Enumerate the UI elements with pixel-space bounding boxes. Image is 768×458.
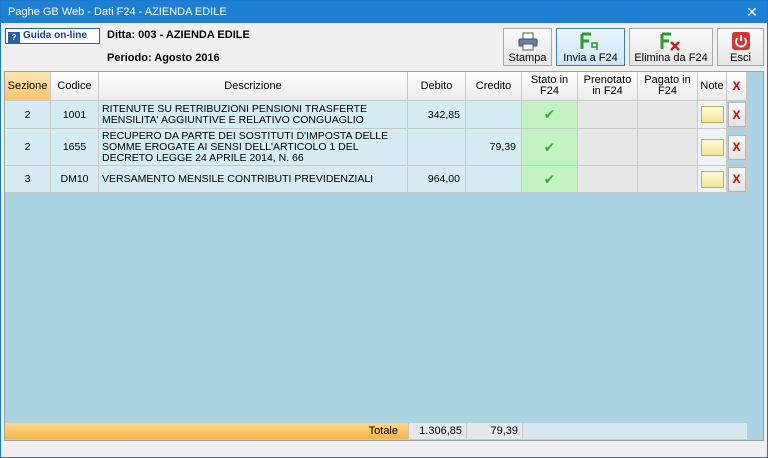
stampa-button[interactable]: Stampa bbox=[503, 28, 552, 66]
f24-grid: Sezione Codice Descrizione Debito Credit… bbox=[4, 71, 764, 441]
close-icon[interactable]: ✕ bbox=[737, 1, 767, 23]
cell-pagato bbox=[638, 166, 698, 193]
totale-credito: 79,39 bbox=[466, 423, 522, 439]
stampa-label: Stampa bbox=[508, 52, 547, 64]
col-header-sezione[interactable]: Sezione bbox=[5, 72, 51, 101]
cell-codice: 1001 bbox=[51, 101, 99, 129]
printer-icon bbox=[518, 32, 537, 51]
cell-stato: ✔ bbox=[522, 129, 578, 166]
col-header-stato[interactable]: Stato in F24 bbox=[522, 72, 578, 101]
delete-row-button[interactable]: X bbox=[727, 102, 746, 127]
cell-descrizione: RECUPERO DA PARTE DEI SOSTITUTI D'IMPOST… bbox=[99, 129, 408, 166]
totale-label: Totale bbox=[5, 423, 408, 439]
cell-stato: ✔ bbox=[522, 166, 578, 193]
col-header-pagato[interactable]: Pagato in F24 bbox=[638, 72, 698, 101]
col-header-credito[interactable]: Credito bbox=[466, 72, 522, 101]
elimina-f24-button[interactable]: Elimina da F24 bbox=[629, 28, 713, 66]
cell-descrizione: RITENUTE SU RETRIBUZIONI PENSIONI TRASFE… bbox=[99, 101, 408, 129]
cell-sezione: 2 bbox=[5, 101, 51, 129]
window-title: Paghe GB Web - Dati F24 - AZIENDA EDILE bbox=[8, 6, 227, 18]
power-icon bbox=[731, 32, 750, 50]
guida-online-label: Guida on-line bbox=[23, 30, 87, 41]
delete-row-button[interactable]: X bbox=[727, 166, 746, 192]
cell-pagato bbox=[638, 129, 698, 166]
title-bar: Paghe GB Web - Dati F24 - AZIENDA EDILE … bbox=[1, 1, 767, 23]
cell-sezione: 3 bbox=[5, 166, 51, 193]
cell-credito bbox=[466, 166, 522, 193]
cell-prenotato bbox=[578, 101, 638, 129]
totals-filler bbox=[522, 423, 747, 439]
invia-label: Invia a F24 bbox=[563, 52, 618, 64]
note-icon[interactable] bbox=[700, 106, 724, 123]
cell-descrizione: VERSAMENTO MENSILE CONTRIBUTI PREVIDENZI… bbox=[99, 166, 408, 193]
cell-pagato bbox=[638, 101, 698, 129]
totals-row: Totale 1.306,85 79,39 bbox=[5, 423, 747, 439]
cell-prenotato bbox=[578, 129, 638, 166]
cell-credito bbox=[466, 101, 522, 129]
check-icon: ✔ bbox=[543, 170, 556, 187]
check-icon: ✔ bbox=[543, 138, 556, 155]
periodo-label: Periodo: Agosto 2016 bbox=[107, 52, 220, 64]
col-header-descrizione[interactable]: Descrizione bbox=[99, 72, 408, 101]
cell-codice: DM10 bbox=[51, 166, 99, 193]
elimina-label: Elimina da F24 bbox=[634, 52, 708, 64]
note-icon[interactable] bbox=[700, 138, 724, 156]
f24-delete-icon bbox=[660, 32, 680, 51]
col-header-codice[interactable]: Codice bbox=[51, 72, 99, 101]
table-row[interactable]: 2 1001 RITENUTE SU RETRIBUZIONI PENSIONI… bbox=[5, 101, 763, 129]
esci-label: Esci bbox=[730, 52, 751, 64]
cell-credito: 79,39 bbox=[466, 129, 522, 166]
cell-debito bbox=[408, 129, 466, 166]
invia-f24-button[interactable]: Invia a F24 bbox=[556, 28, 625, 66]
check-icon: ✔ bbox=[543, 106, 556, 122]
table-row[interactable]: 3 DM10 VERSAMENTO MENSILE CONTRIBUTI PRE… bbox=[5, 166, 763, 193]
cell-note bbox=[698, 129, 727, 166]
cell-delete: X bbox=[727, 101, 747, 129]
cell-note bbox=[698, 166, 727, 193]
col-header-debito[interactable]: Debito bbox=[408, 72, 466, 101]
col-header-prenotato[interactable]: Prenotato in F24 bbox=[578, 72, 638, 101]
col-header-delete[interactable]: X bbox=[727, 72, 747, 101]
ditta-label: Ditta: 003 - AZIENDA EDILE bbox=[107, 29, 250, 41]
guida-online-button[interactable]: ? Guida on-line bbox=[5, 28, 100, 44]
totale-debito: 1.306,85 bbox=[408, 423, 466, 439]
table-row[interactable]: 2 1655 RECUPERO DA PARTE DEI SOSTITUTI D… bbox=[5, 129, 763, 166]
cell-debito: 964,00 bbox=[408, 166, 466, 193]
cell-sezione: 2 bbox=[5, 129, 51, 166]
delete-row-button[interactable]: X bbox=[727, 134, 746, 160]
cell-note bbox=[698, 101, 727, 129]
esci-button[interactable]: Esci bbox=[717, 28, 764, 66]
help-book-icon: ? bbox=[8, 32, 20, 43]
col-header-note[interactable]: Note bbox=[698, 72, 727, 101]
cell-stato: ✔ bbox=[522, 101, 578, 129]
cell-debito: 342,85 bbox=[408, 101, 466, 129]
note-icon[interactable] bbox=[700, 170, 724, 188]
cell-prenotato bbox=[578, 166, 638, 193]
cell-codice: 1655 bbox=[51, 129, 99, 166]
f24-send-icon bbox=[580, 32, 598, 50]
cell-delete: X bbox=[727, 166, 747, 193]
cell-delete: X bbox=[727, 129, 747, 166]
delete-column-icon: X bbox=[732, 78, 741, 93]
f24-window: Paghe GB Web - Dati F24 - AZIENDA EDILE … bbox=[0, 0, 768, 458]
